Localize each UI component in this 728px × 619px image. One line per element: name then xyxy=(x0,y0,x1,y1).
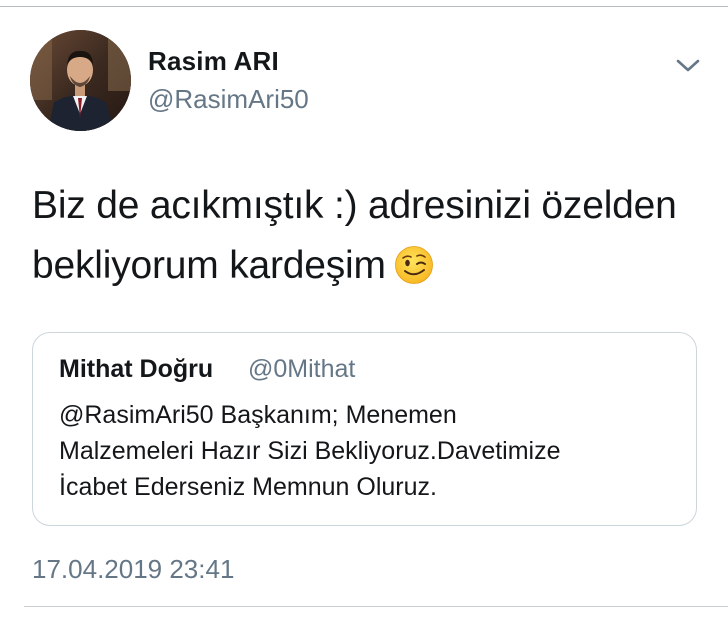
top-divider xyxy=(0,6,728,7)
quoted-author-display-name: Mithat Doğru xyxy=(59,355,214,383)
quoted-author-handle: @0Mithat xyxy=(248,355,356,383)
winking-face-emoji-icon xyxy=(394,243,434,303)
tweet-text-line: bekliyorum kardeşim xyxy=(32,236,712,303)
quoted-tweet-text-line: Malzemeleri Hazır Sizi Bekliyoruz.Daveti… xyxy=(59,437,561,465)
avatar[interactable] xyxy=(30,30,131,131)
tweet-text: Biz de acıkmıştık :) adresinizi özelden … xyxy=(32,176,712,303)
bottom-divider xyxy=(24,606,728,607)
chevron-down-icon[interactable] xyxy=(672,52,704,78)
author-display-name[interactable]: Rasim ARI xyxy=(148,46,279,77)
quoted-tweet-card[interactable]: Mithat Doğru @0Mithat @RasimAri50 Başkan… xyxy=(32,332,697,526)
tweet-text-line: Biz de acıkmıştık :) adresinizi özelden xyxy=(32,184,677,227)
quoted-tweet-text-line: @RasimAri50 Başkanım; Menemen xyxy=(59,401,457,429)
tweet-text-line-content: bekliyorum kardeşim xyxy=(32,244,386,287)
author-handle[interactable]: @RasimAri50 xyxy=(148,84,309,115)
avatar-photo xyxy=(30,30,131,131)
quoted-tweet-text: @RasimAri50 Başkanım; Menemen Malzemeler… xyxy=(59,397,689,505)
quoted-tweet-text-line: İcabet Ederseniz Memnun Oluruz. xyxy=(59,473,437,501)
tweet-timestamp[interactable]: 17.04.2019 23:41 xyxy=(32,554,234,585)
